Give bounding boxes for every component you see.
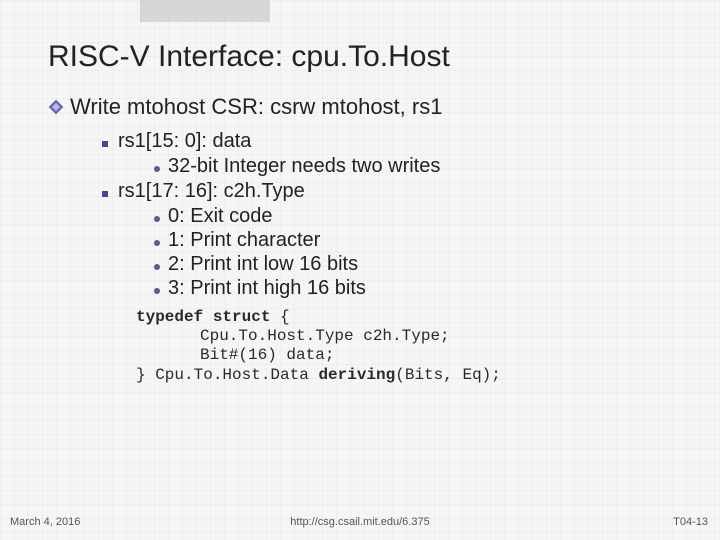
list-item-label: 2: Print int low 16 bits [168, 253, 358, 276]
dot-icon [154, 216, 160, 222]
dot-icon [154, 240, 160, 246]
list-item: 1: Print character [154, 229, 690, 252]
list-item: 0: Exit code [154, 205, 690, 228]
code-text: { [270, 308, 289, 326]
square-icon [102, 141, 108, 147]
code-text: } Cpu.To.Host.Data [136, 366, 318, 384]
sub-group: rs1[15: 0]: data 32-bit Integer needs tw… [102, 130, 690, 300]
list-item: 32-bit Integer needs two writes [154, 155, 690, 178]
list-item: 3: Print int high 16 bits [154, 277, 690, 300]
top-bullet: Write mtohost CSR: csrw mtohost, rs1 [48, 94, 690, 120]
code-line: Cpu.To.Host.Type c2h.Type; [136, 327, 690, 346]
list-item-label: 32-bit Integer needs two writes [168, 155, 440, 178]
keyword: typedef struct [136, 308, 270, 326]
keyword: deriving [318, 366, 395, 384]
code-line: Bit#(16) data; [136, 346, 690, 365]
list-item-label: rs1[15: 0]: data [118, 130, 251, 153]
dot-icon [154, 166, 160, 172]
diamond-icon [48, 99, 64, 115]
square-icon [102, 191, 108, 197]
list-item: rs1[15: 0]: data [102, 130, 690, 153]
list-item-label: 3: Print int high 16 bits [168, 277, 366, 300]
footer-page: T04-13 [673, 516, 708, 528]
top-bullet-text: Write mtohost CSR: csrw mtohost, rs1 [70, 94, 442, 120]
code-line: typedef struct { [136, 308, 690, 327]
slide: RISC-V Interface: cpu.To.Host Write mtoh… [0, 0, 720, 540]
list-item: 2: Print int low 16 bits [154, 253, 690, 276]
list-item-label: 0: Exit code [168, 205, 273, 228]
dot-icon [154, 264, 160, 270]
code-text: (Bits, Eq); [395, 366, 501, 384]
list-item-label: rs1[17: 16]: c2h.Type [118, 180, 305, 203]
list-item-label: 1: Print character [168, 229, 320, 252]
footer-url: http://csg.csail.mit.edu/6.375 [0, 516, 720, 528]
dot-icon [154, 288, 160, 294]
code-block: typedef struct { Cpu.To.Host.Type c2h.Ty… [136, 308, 690, 385]
code-line: } Cpu.To.Host.Data deriving(Bits, Eq); [136, 366, 690, 385]
slide-title: RISC-V Interface: cpu.To.Host [48, 40, 690, 74]
list-item: rs1[17: 16]: c2h.Type [102, 180, 690, 203]
